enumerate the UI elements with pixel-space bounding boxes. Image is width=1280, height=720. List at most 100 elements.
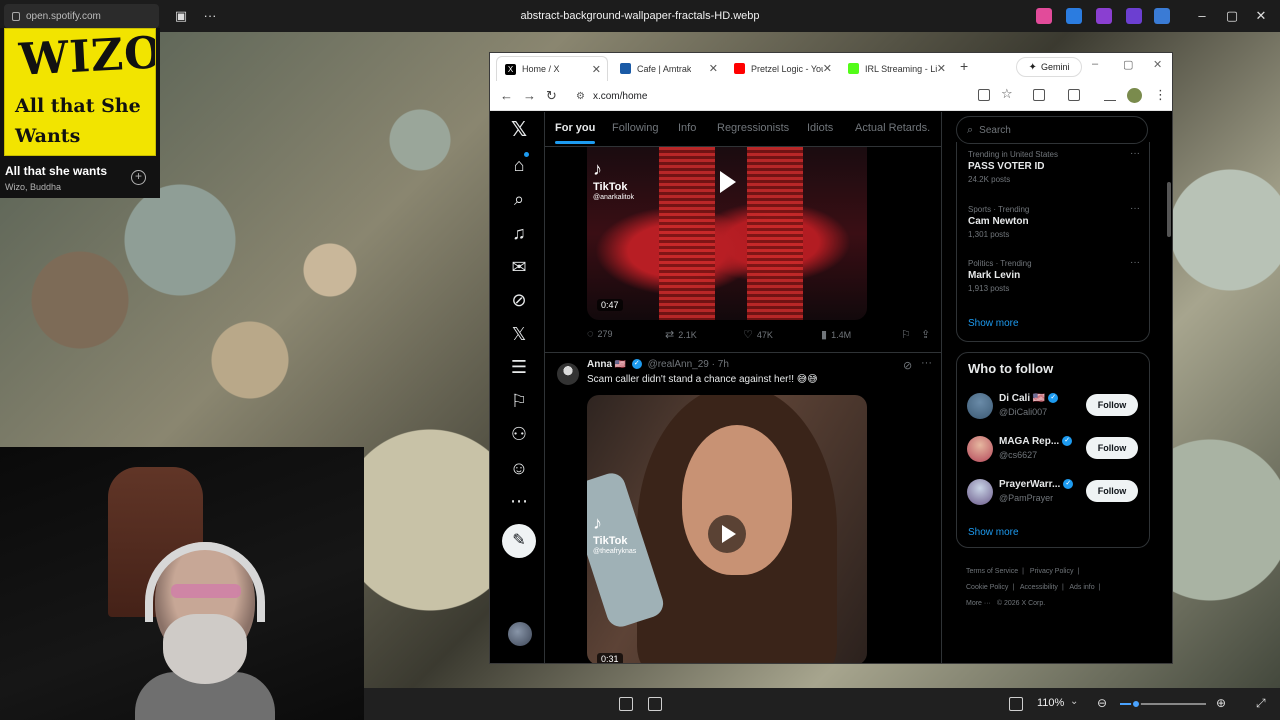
trends-show-more-link[interactable]: Show more xyxy=(968,318,1019,329)
footer-link[interactable]: More ··· xyxy=(966,600,991,607)
explore-icon[interactable]: ⌕ xyxy=(509,189,529,209)
tweet-more-icon[interactable]: ··· xyxy=(921,357,932,369)
follow-button[interactable]: Follow xyxy=(1086,480,1138,502)
extensions-icon[interactable] xyxy=(1033,89,1045,101)
footer-link[interactable]: Cookie Policy xyxy=(966,584,1008,591)
communities-icon[interactable]: ⚇ xyxy=(509,424,529,444)
suggestion-name[interactable]: MAGA Rep... ✓ xyxy=(999,436,1073,447)
reload-icon[interactable]: ↻ xyxy=(546,88,557,104)
footer-link[interactable]: Terms of Service xyxy=(966,568,1018,575)
footer-link[interactable]: Ads info xyxy=(1069,584,1094,591)
tray-app-icon[interactable] xyxy=(1126,8,1142,24)
tab-regressionists[interactable]: Regressionists xyxy=(717,122,789,134)
zoom-level[interactable]: 110% xyxy=(1037,697,1064,709)
tab-cafe-amtrak[interactable]: Cafe | Amtrak ✕ xyxy=(612,56,724,81)
trend-item[interactable]: Trending in United States PASS VOTER ID … xyxy=(968,150,1058,184)
tab-pretzel-logic[interactable]: Pretzel Logic - You ✕ xyxy=(726,56,838,81)
premium-x-icon[interactable]: 𝕏 xyxy=(509,324,529,344)
tray-app-icon[interactable] xyxy=(1066,8,1082,24)
trend-more-icon[interactable]: ··· xyxy=(1130,203,1140,214)
close-tab-icon[interactable]: ✕ xyxy=(592,63,601,76)
close-tab-icon[interactable]: ✕ xyxy=(823,62,832,75)
repost-button[interactable]: ⇄ 2.1K xyxy=(665,328,697,341)
follow-button[interactable]: Follow xyxy=(1086,394,1138,416)
omnibox[interactable]: ⚙ x.com/home xyxy=(570,85,1026,107)
zoom-slider-knob[interactable] xyxy=(1131,699,1141,709)
zoom-in-icon[interactable]: ⊕ xyxy=(1216,696,1226,710)
tray-app-icon[interactable] xyxy=(1036,8,1052,24)
tab-info[interactable]: Info xyxy=(678,122,696,134)
like-button[interactable]: ♡ 47K xyxy=(743,328,773,341)
footer-link[interactable]: Privacy Policy xyxy=(1030,568,1074,575)
notifications-icon[interactable]: ♫ xyxy=(509,223,529,243)
zoom-out-icon[interactable]: ⊖ xyxy=(1097,696,1107,710)
new-tab-icon[interactable]: + xyxy=(960,58,968,74)
back-icon[interactable]: ← xyxy=(500,88,513,103)
tab-actual-retards[interactable]: Actual Retards. xyxy=(855,122,930,134)
close-tab-icon[interactable]: ✕ xyxy=(937,62,946,75)
scrollbar-thumb[interactable] xyxy=(1167,182,1171,237)
suggestion-avatar[interactable] xyxy=(967,393,993,419)
media-control-icon[interactable] xyxy=(1104,89,1116,101)
track-artist[interactable]: Wizo, Buddha xyxy=(5,182,61,192)
author-avatar[interactable] xyxy=(557,363,579,385)
text-extract-icon[interactable] xyxy=(648,697,662,711)
account-avatar[interactable] xyxy=(508,622,532,646)
close-icon[interactable]: ✕ xyxy=(1153,58,1162,71)
lists-icon[interactable]: ☰ xyxy=(509,357,529,377)
suggestion-avatar[interactable] xyxy=(967,479,993,505)
site-info-icon[interactable]: ⚙ xyxy=(576,91,585,102)
follow-button[interactable]: Follow xyxy=(1086,437,1138,459)
follow-show-more-link[interactable]: Show more xyxy=(968,527,1019,538)
bookmark-star-icon[interactable]: ☆ xyxy=(1001,86,1013,102)
reply-button[interactable]: ◌ 279 xyxy=(587,328,613,340)
sidebar-icon[interactable] xyxy=(1068,89,1080,101)
x-logo-icon[interactable]: 𝕏 xyxy=(509,120,529,140)
minimize-icon[interactable]: – xyxy=(1195,9,1209,23)
tab-idiots[interactable]: Idiots xyxy=(807,122,833,134)
play-icon[interactable] xyxy=(708,163,746,201)
more-circle-icon[interactable]: ⋯ xyxy=(509,491,529,511)
profile-avatar[interactable] xyxy=(1127,88,1142,103)
grok-icon[interactable]: ⊘ xyxy=(509,290,529,310)
url-pill[interactable]: open.spotify.com xyxy=(4,4,159,28)
author-name[interactable]: Anna 🇺🇸 ✓ @realAnn_29 · 7h xyxy=(587,359,729,370)
picture-in-picture-icon[interactable]: ▣ xyxy=(174,9,188,23)
play-icon[interactable] xyxy=(708,515,746,553)
tab-for-you[interactable]: For you xyxy=(555,122,596,144)
browser-menu-icon[interactable]: ⋮ xyxy=(1154,87,1167,103)
trend-more-icon[interactable]: ··· xyxy=(1130,148,1140,159)
home-icon[interactable]: ⌂ xyxy=(509,155,529,175)
profile-icon[interactable]: ☺ xyxy=(509,458,529,478)
select-region-icon[interactable] xyxy=(619,697,633,711)
footer-link[interactable]: Accessibility xyxy=(1020,584,1058,591)
maximize-icon[interactable]: ▢ xyxy=(1123,58,1133,71)
track-title[interactable]: All that she wants xyxy=(5,164,107,178)
search-input[interactable]: ⌕ Search xyxy=(956,116,1148,144)
forward-icon[interactable]: → xyxy=(523,88,536,103)
more-options-icon[interactable]: ··· xyxy=(203,9,217,23)
trend-item[interactable]: Politics · Trending Mark Levin 1,913 pos… xyxy=(968,259,1032,293)
close-tab-icon[interactable]: ✕ xyxy=(709,62,718,75)
follow-suggestion[interactable]: MAGA Rep... ✓ @cs6627 Follow xyxy=(967,434,1147,464)
add-to-library-icon[interactable]: + xyxy=(131,170,146,185)
expand-icon[interactable]: ⤢ xyxy=(1256,696,1266,711)
bookmarks-icon[interactable]: ⚐ xyxy=(509,391,529,411)
views-button[interactable]: ▮ 1.4M xyxy=(821,328,851,341)
suggestion-name[interactable]: PrayerWarr... ✓ xyxy=(999,479,1074,490)
page-scrollbar[interactable] xyxy=(1166,112,1172,663)
tab-irl-streaming[interactable]: IRL Streaming - Liv ✕ xyxy=(840,56,952,81)
fit-to-window-icon[interactable] xyxy=(1009,697,1023,711)
suggestion-avatar[interactable] xyxy=(967,436,993,462)
tray-app-icon[interactable] xyxy=(1154,8,1170,24)
compose-post-button[interactable]: ✎ xyxy=(502,524,536,558)
grok-explain-icon[interactable]: ⊘ xyxy=(903,359,912,372)
install-app-icon[interactable] xyxy=(978,89,990,101)
album-art[interactable]: WIZO All that She Wants xyxy=(4,28,156,156)
suggestion-name[interactable]: Di Cali 🇺🇸 ✓ xyxy=(999,393,1059,404)
share-button[interactable]: ⇪ xyxy=(921,328,934,341)
trend-item[interactable]: Sports · Trending Cam Newton 1,301 posts xyxy=(968,205,1029,239)
messages-icon[interactable]: ✉ xyxy=(509,257,529,277)
tray-app-icon[interactable] xyxy=(1096,8,1112,24)
minimize-icon[interactable]: – xyxy=(1092,58,1098,70)
